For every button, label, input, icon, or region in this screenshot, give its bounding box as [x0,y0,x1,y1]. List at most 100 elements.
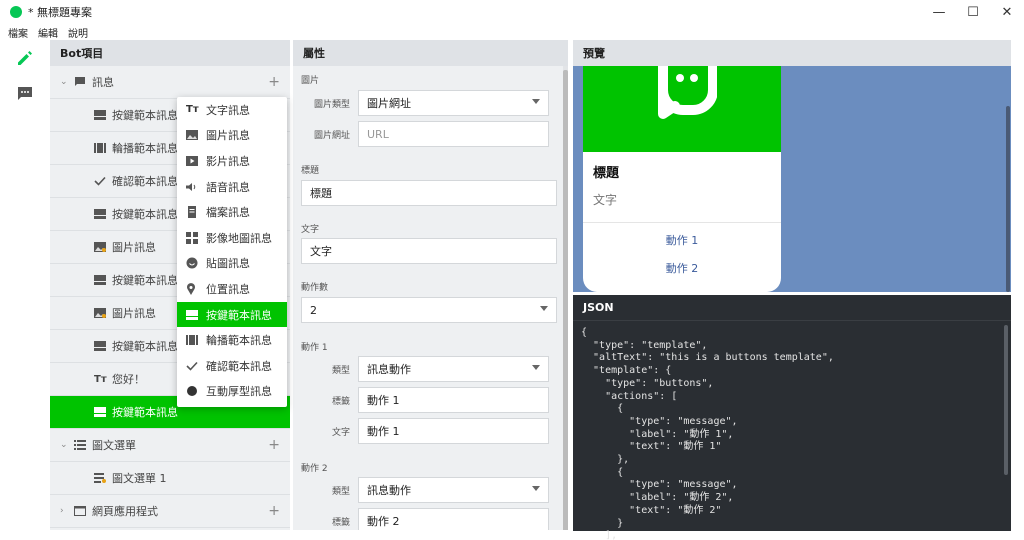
card-hero-image [583,66,781,152]
flex-icon [186,385,206,397]
menu-help[interactable]: 說明 [68,25,88,40]
pencil-icon[interactable] [0,40,50,76]
menu-item-image[interactable]: 圖片訊息 [177,123,287,149]
preview-area: 標題 文字 動作 1 動作 2 [573,66,1011,292]
tree-item-label: 圖片訊息 [112,241,156,254]
tree-item[interactable]: 圖文選單 1 [50,462,290,495]
field-label: 類型 [331,365,350,376]
add-icon[interactable]: + [268,503,280,519]
tree-item-label: 按鍵範本訊息 [112,274,178,287]
tree-item-label: 您好！ [112,373,145,386]
chevron-down-icon[interactable]: ⌄ [60,440,74,450]
tree-group-webapp[interactable]: › 網頁應用程式 + [50,495,290,528]
action1-text-input[interactable]: 動作 1 [358,418,549,444]
audio-icon [186,182,206,192]
close-button[interactable]: ✕ [990,0,1024,24]
richmenu-icon [94,473,112,483]
field-label: 類型 [331,486,350,497]
text-input[interactable]: 文字 [301,238,557,264]
chat-bubble-icon[interactable] [0,76,50,112]
card-action-button[interactable]: 動作 2 [583,255,781,283]
tree-item-label: 按鍵範本訊息 [112,340,178,353]
menu-item-file[interactable]: 檔案訊息 [177,199,287,225]
tree-group-messages[interactable]: ⌄ 訊息 + [50,66,290,99]
maximize-button[interactable]: ☐ [956,0,990,24]
json-scrollbar[interactable] [1004,325,1008,475]
text-icon: Tт [94,373,107,385]
select-value: 圖片網址 [367,97,411,110]
menu-item-label: 按鍵範本訊息 [206,308,272,322]
action1-label-input[interactable]: 動作 1 [358,387,549,413]
activity-rail [0,40,50,540]
menu-edit[interactable]: 編輯 [38,25,58,40]
menu-item-flex[interactable]: 互動厚型訊息 [177,379,287,405]
json-panel: JSON { "type": "template", "altText": "t… [573,295,1011,540]
menu-item-location[interactable]: 位置訊息 [177,276,287,302]
menu-item-label: 影像地圖訊息 [206,231,272,245]
app-window: * 無標題專案 — ☐ ✕ 檔案 編輯 說明 Bot項目 ⌄ 訊息 + 按鍵範本… [0,0,1024,540]
window-title: * 無標題專案 [28,6,92,19]
menu-item-carousel-template[interactable]: 輪播範本訊息 [177,327,287,353]
input-value: 文字 [310,245,332,258]
carousel-icon [186,335,206,346]
image-icon [94,308,112,318]
card-text: 文字 [593,193,618,207]
tree-group-richmenu[interactable]: ⌄ 圖文選單 + [50,429,290,462]
image-url-input[interactable]: URL [358,121,549,147]
minimize-button[interactable]: — [922,0,956,24]
menu-item-label: 圖片訊息 [206,129,250,143]
image-icon [186,130,206,141]
section-image: 圖片 [301,76,320,86]
action-count-select[interactable]: 2 [301,297,557,323]
section-title: 標題 [301,166,320,176]
buttons-icon [94,209,112,219]
menu-item-video[interactable]: 影片訊息 [177,148,287,174]
menu-item-sticker[interactable]: 貼圖訊息 [177,251,287,277]
menu-item-confirm-template[interactable]: 確認範本訊息 [177,353,287,379]
input-value: 標題 [310,187,332,200]
carousel-icon [94,143,112,153]
buttons-icon [94,341,112,351]
image-type-select[interactable]: 圖片網址 [358,90,549,116]
menu-item-audio[interactable]: 語音訊息 [177,174,287,200]
add-icon[interactable]: + [268,74,280,90]
select-value: 訊息動作 [367,363,411,376]
chevron-right-icon[interactable]: › [60,506,74,516]
menu-item-label: 互動厚型訊息 [206,385,272,399]
imagemap-icon [186,231,206,244]
menu-item-buttons-template[interactable]: 按鍵範本訊息 [177,301,287,328]
title-input[interactable]: 標題 [301,180,557,206]
action2-label-input[interactable]: 動作 2 [358,508,549,530]
menu-item-imagemap[interactable]: 影像地圖訊息 [177,225,287,251]
menu-item-text[interactable]: Tт 文字訊息 [177,97,287,123]
chevron-down-icon [532,99,540,104]
field-label: 標籤 [331,396,350,407]
json-code[interactable]: { "type": "template", "altText": "this i… [573,321,1011,540]
webapp-icon [74,506,92,516]
action2-type-select[interactable]: 訊息動作 [358,477,549,503]
tree-item-label: 確認範本訊息 [112,175,178,188]
section-action-count: 動作數 [301,283,329,293]
input-value: 動作 2 [367,515,400,528]
select-value: 2 [310,303,317,317]
card-action-button[interactable]: 動作 1 [583,227,781,255]
chevron-down-icon[interactable]: ⌄ [60,77,74,87]
field-label: 圖片網址 [313,130,350,141]
preview-scrollbar[interactable] [1006,106,1010,292]
panel-title: 預覽 [573,40,1011,66]
buttons-icon [94,110,112,120]
tree-group-label: 圖文選單 [92,439,136,452]
add-icon[interactable]: + [268,437,280,453]
action1-type-select[interactable]: 訊息動作 [358,356,549,382]
field-label: 圖片類型 [313,99,350,110]
tree-group-label: 訊息 [92,76,114,89]
menu-file[interactable]: 檔案 [8,25,28,40]
section-action-1: 動作 1 [301,343,328,353]
card-divider [583,222,781,223]
menu-item-label: 貼圖訊息 [206,257,250,271]
field-label: 文字 [331,427,350,438]
file-icon [186,206,206,219]
properties-scrollbar[interactable] [563,66,568,530]
buttons-icon [94,275,112,285]
chevron-down-icon [532,486,540,491]
